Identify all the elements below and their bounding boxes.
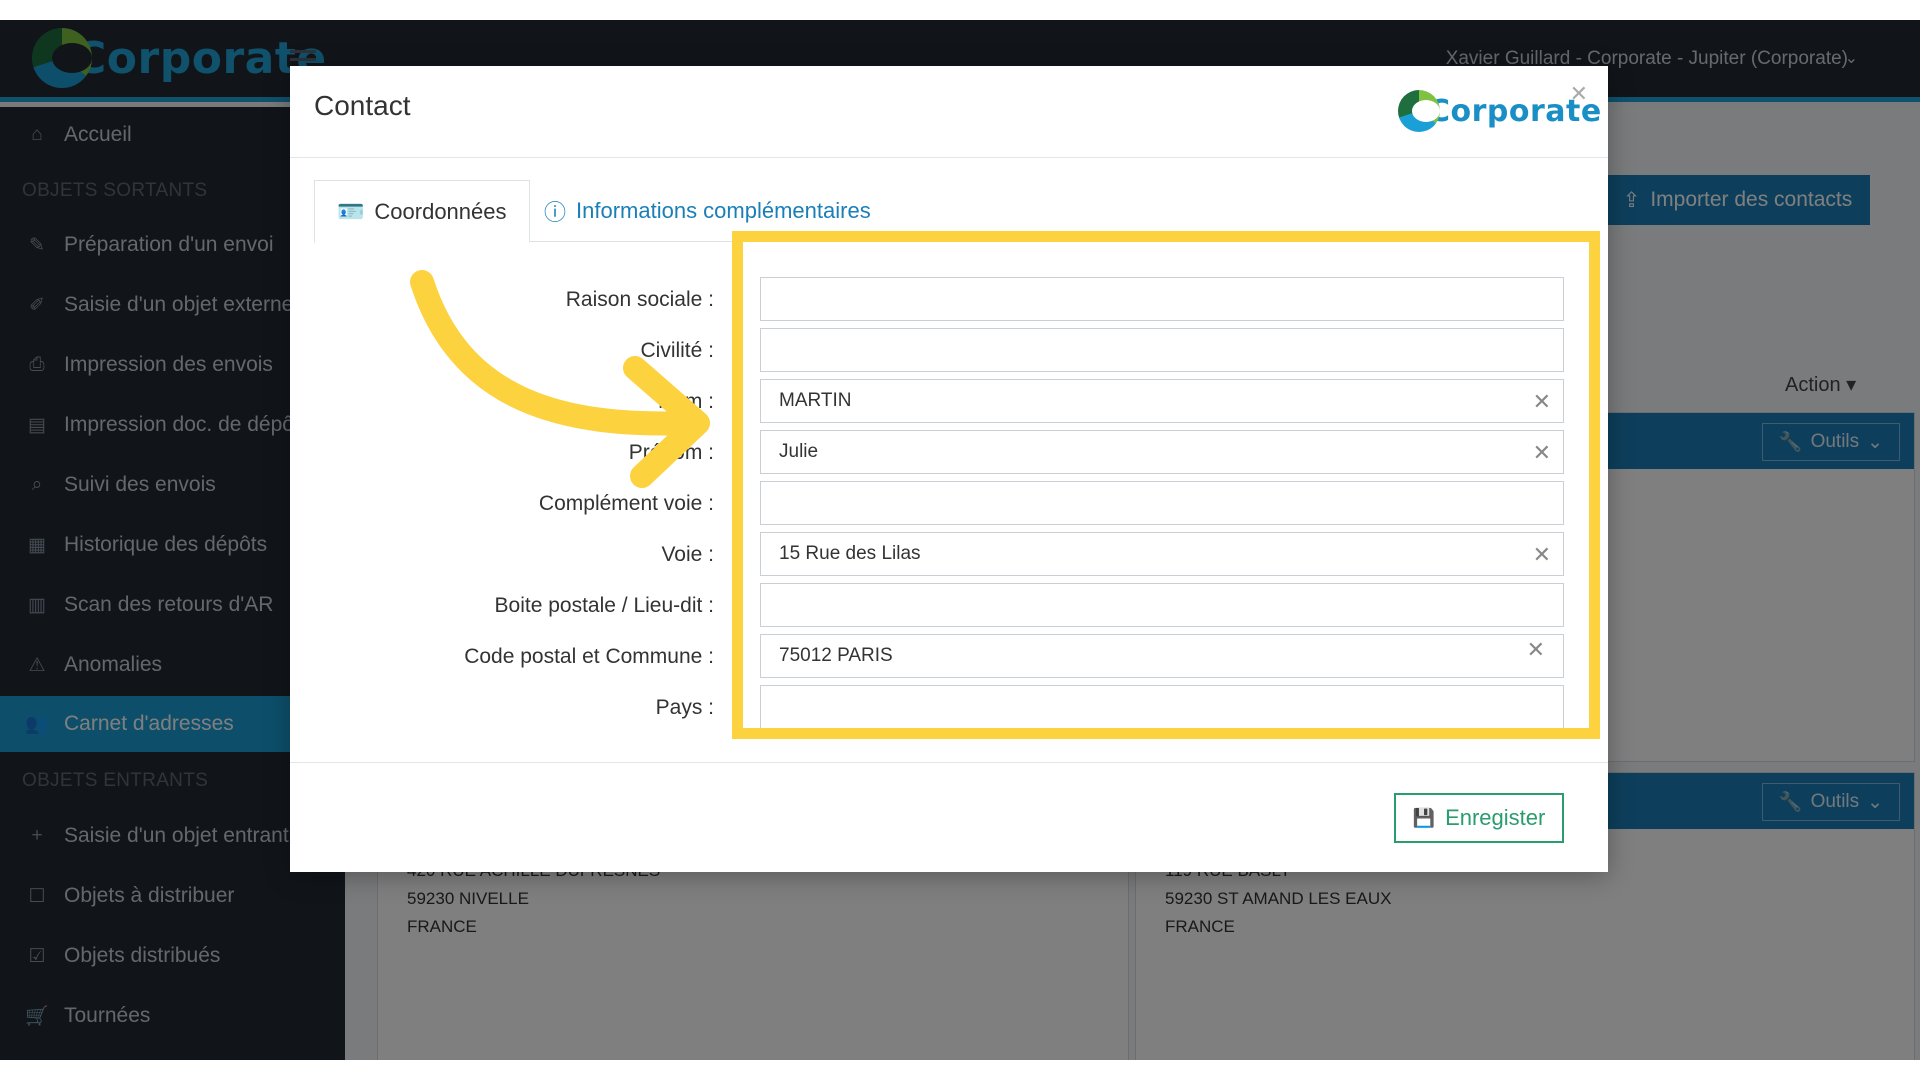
label-code-postal: Code postal et Commune : bbox=[464, 645, 714, 668]
label-voie: Voie : bbox=[661, 543, 714, 566]
code-postal-value: 75012 PARIS bbox=[779, 645, 893, 666]
tab-label: Coordonnées bbox=[374, 198, 507, 224]
save-label: Enregister bbox=[1445, 805, 1546, 830]
tab-label: Informations complémentaires bbox=[576, 198, 871, 223]
screen: Corporate Xavier Guillard - Corporate - … bbox=[0, 20, 1920, 1060]
id-card-icon: 🪪 bbox=[337, 198, 365, 224]
nom-field[interactable]: MARTIN ✕ bbox=[760, 379, 1564, 423]
clear-icon[interactable]: ✕ bbox=[1533, 542, 1551, 568]
modal-title: Contact bbox=[314, 90, 411, 121]
modal-tabs: 🪪 Coordonnées ⓘ Informations complémenta… bbox=[314, 180, 1584, 243]
civilite-field[interactable] bbox=[760, 328, 1564, 372]
save-button[interactable]: 💾 Enregister bbox=[1394, 793, 1564, 843]
code-postal-field[interactable]: 75012 PARIS ✕ bbox=[760, 634, 1564, 678]
voie-value: 15 Rue des Lilas bbox=[779, 543, 921, 564]
close-icon[interactable]: ✕ bbox=[1570, 82, 1588, 107]
info-icon: ⓘ bbox=[544, 200, 567, 225]
modal-header: Contact Corporate ✕ bbox=[290, 66, 1608, 158]
tab-coordonnees[interactable]: 🪪 Coordonnées bbox=[314, 180, 530, 243]
prenom-value: Julie bbox=[779, 441, 819, 462]
prenom-field[interactable]: Julie ✕ bbox=[760, 430, 1564, 474]
label-complement-voie: Complément voie : bbox=[538, 492, 714, 515]
modal-footer: 💾 Enregister bbox=[290, 762, 1608, 872]
tab-informations[interactable]: ⓘ Informations complémentaires bbox=[522, 180, 893, 242]
floppy-disk-icon: 💾 bbox=[1412, 807, 1436, 828]
boite-postale-field[interactable] bbox=[760, 583, 1564, 627]
logo-mark-icon bbox=[1398, 90, 1440, 132]
clear-icon[interactable]: ✕ bbox=[1533, 389, 1551, 415]
pays-field[interactable] bbox=[760, 685, 1564, 729]
voie-field[interactable]: 15 Rue des Lilas ✕ bbox=[760, 532, 1564, 576]
label-pays: Pays : bbox=[655, 696, 714, 719]
complement-voie-field[interactable] bbox=[760, 481, 1564, 525]
nom-value: MARTIN bbox=[779, 390, 852, 411]
clear-icon[interactable]: ✕ bbox=[1533, 440, 1551, 466]
raison-sociale-field[interactable] bbox=[760, 277, 1564, 321]
label-boite-postale: Boite postale / Lieu-dit : bbox=[494, 594, 714, 617]
pointer-arrow-icon bbox=[410, 270, 710, 488]
clear-icon[interactable]: ✕ bbox=[1527, 637, 1545, 663]
